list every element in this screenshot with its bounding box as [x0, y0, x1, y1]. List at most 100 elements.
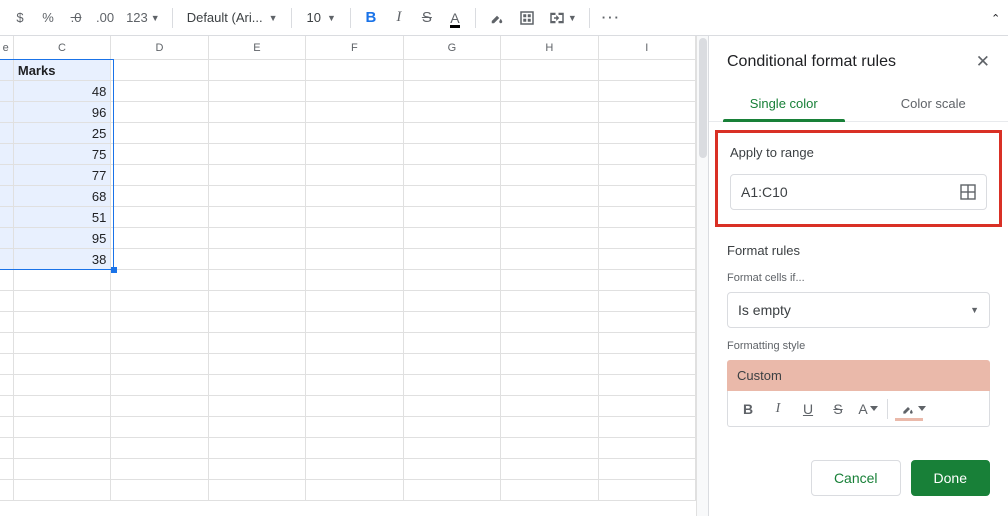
cell[interactable] [14, 270, 111, 290]
cell[interactable] [599, 144, 696, 164]
cell[interactable] [404, 123, 501, 143]
cell[interactable] [599, 165, 696, 185]
cell[interactable] [306, 102, 403, 122]
more-toolbar-button[interactable]: ··· [598, 6, 625, 30]
cell[interactable] [501, 81, 598, 101]
grid-body[interactable]: Marks489625757768519538 [0, 60, 696, 501]
column-header[interactable]: D [111, 36, 208, 59]
cell[interactable] [0, 333, 14, 353]
cell[interactable] [14, 480, 111, 500]
column-header[interactable]: H [501, 36, 598, 59]
cell[interactable] [0, 60, 14, 80]
cell[interactable] [111, 144, 208, 164]
cell[interactable] [404, 270, 501, 290]
cell[interactable]: 96 [14, 102, 111, 122]
cell[interactable] [404, 165, 501, 185]
style-italic-button[interactable]: I [764, 395, 792, 423]
cell[interactable] [209, 459, 306, 479]
cell[interactable] [404, 102, 501, 122]
cell[interactable] [111, 333, 208, 353]
cell[interactable] [306, 144, 403, 164]
cell[interactable] [306, 228, 403, 248]
cell[interactable]: Marks [14, 60, 111, 80]
cell[interactable] [209, 354, 306, 374]
style-strike-button[interactable]: S [824, 395, 852, 423]
column-header[interactable]: C [14, 36, 111, 59]
cell[interactable] [404, 207, 501, 227]
cell[interactable]: 95 [14, 228, 111, 248]
cell[interactable] [209, 333, 306, 353]
cell[interactable] [404, 228, 501, 248]
cell[interactable] [111, 438, 208, 458]
cell[interactable] [501, 228, 598, 248]
cell[interactable] [209, 165, 306, 185]
cell[interactable] [404, 333, 501, 353]
cell[interactable] [209, 291, 306, 311]
cell[interactable] [14, 354, 111, 374]
cell[interactable] [501, 438, 598, 458]
cell[interactable] [599, 333, 696, 353]
cell[interactable] [501, 249, 598, 269]
spreadsheet-grid[interactable]: e C D E F G H I Marks489625757768519538 [0, 36, 696, 516]
scrollbar-thumb[interactable] [699, 38, 707, 158]
cell[interactable] [501, 60, 598, 80]
cell[interactable] [111, 123, 208, 143]
cell[interactable] [14, 459, 111, 479]
cell[interactable] [209, 60, 306, 80]
cell[interactable] [111, 270, 208, 290]
cell[interactable] [111, 291, 208, 311]
cell[interactable] [111, 249, 208, 269]
cell[interactable] [111, 60, 208, 80]
cell[interactable] [501, 354, 598, 374]
cell[interactable] [209, 144, 306, 164]
cell[interactable] [14, 438, 111, 458]
fill-color-button[interactable] [484, 6, 510, 30]
cell[interactable] [404, 60, 501, 80]
vertical-scrollbar[interactable] [696, 36, 708, 516]
font-size-select[interactable]: 10 ▼ [300, 10, 341, 25]
cell[interactable] [14, 417, 111, 437]
cell[interactable] [599, 396, 696, 416]
cell[interactable] [0, 123, 14, 143]
cell[interactable]: 51 [14, 207, 111, 227]
cell[interactable] [501, 165, 598, 185]
cell[interactable] [111, 186, 208, 206]
strikethrough-button[interactable]: S [415, 6, 439, 30]
column-header[interactable]: G [404, 36, 501, 59]
cell[interactable] [599, 375, 696, 395]
font-family-select[interactable]: Default (Ari... ▼ [181, 10, 284, 25]
cell[interactable] [209, 480, 306, 500]
cell[interactable] [404, 291, 501, 311]
cell[interactable] [306, 123, 403, 143]
style-text-color-button[interactable]: A [854, 395, 882, 423]
cell[interactable] [0, 354, 14, 374]
cell[interactable] [501, 375, 598, 395]
cell[interactable] [209, 186, 306, 206]
cell[interactable] [14, 333, 111, 353]
cell[interactable] [209, 375, 306, 395]
cell[interactable] [111, 207, 208, 227]
cell[interactable] [0, 186, 14, 206]
cell[interactable] [599, 60, 696, 80]
style-fill-color-button[interactable] [893, 395, 933, 423]
cell[interactable] [501, 480, 598, 500]
currency-format-button[interactable]: $ [8, 6, 32, 30]
cell[interactable]: 75 [14, 144, 111, 164]
cell[interactable] [599, 480, 696, 500]
cell[interactable] [599, 270, 696, 290]
cell[interactable] [0, 459, 14, 479]
cell[interactable] [111, 102, 208, 122]
range-input[interactable]: A1:C10 [730, 174, 987, 210]
cell[interactable] [599, 291, 696, 311]
cell[interactable] [0, 438, 14, 458]
cell[interactable] [306, 333, 403, 353]
cell[interactable] [306, 186, 403, 206]
cell[interactable] [306, 354, 403, 374]
cell[interactable] [0, 312, 14, 332]
cell[interactable] [599, 186, 696, 206]
tab-single-color[interactable]: Single color [709, 86, 859, 121]
cell[interactable] [209, 396, 306, 416]
cancel-button[interactable]: Cancel [811, 460, 901, 496]
cell[interactable] [599, 228, 696, 248]
cell[interactable] [111, 81, 208, 101]
